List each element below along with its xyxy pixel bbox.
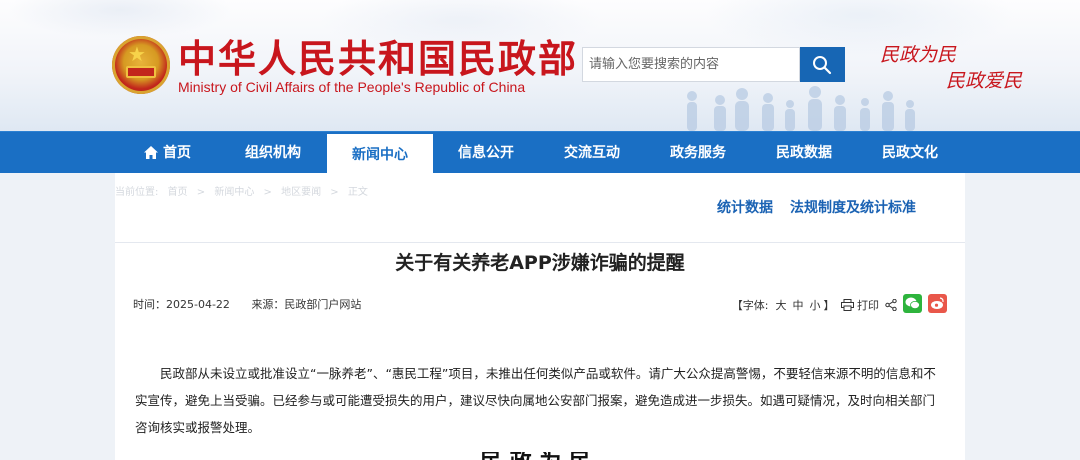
nav-item-info-disclosure[interactable]: 信息公开	[433, 132, 539, 174]
font-size-label: 【字体:	[731, 299, 769, 312]
breadcrumb-news[interactable]: 新闻中心	[214, 187, 254, 198]
nav-item-organization[interactable]: 组织机构	[220, 132, 326, 174]
article-source: 来源：民政部门户网站	[251, 298, 362, 311]
article-tools: 【字体: 大 中 小 】 打印	[732, 294, 947, 316]
nav-item-news-center[interactable]: 新闻中心	[327, 132, 433, 174]
print-button[interactable]: 打印	[840, 297, 879, 313]
people-silhouette-decoration	[687, 86, 915, 131]
slogan-2: 民政爱民	[946, 70, 1023, 92]
breadcrumb-bar: 当前位置: 首页 > 新闻中心 > 地区要闻 > 正文 统计数据 法规制度及统计…	[115, 173, 965, 243]
statistics-data-link[interactable]: 统计数据	[717, 197, 773, 217]
nav-item-home-label: 首页	[163, 145, 191, 161]
slogan-1: 民政为民	[880, 44, 957, 66]
search-input[interactable]: 请输入您要搜索的内容	[582, 47, 800, 82]
breadcrumb-separator: >	[196, 187, 206, 198]
weibo-share-button[interactable]	[928, 294, 947, 316]
breadcrumb: 当前位置: 首页 > 新闻中心 > 地区要闻 > 正文	[115, 183, 374, 198]
share-icon	[885, 298, 897, 311]
breadcrumb-label: 当前位置:	[115, 187, 159, 198]
font-size-close: 】	[823, 299, 835, 312]
font-size-small[interactable]: 小	[810, 297, 821, 313]
wechat-share-button[interactable]	[903, 294, 922, 316]
search-icon	[813, 56, 832, 75]
breadcrumb-home[interactable]: 首页	[168, 187, 188, 198]
nav-item-civil-data[interactable]: 民政数据	[751, 132, 857, 174]
nav-item-civil-culture[interactable]: 民政文化	[857, 132, 963, 174]
home-icon	[144, 146, 158, 159]
share-button[interactable]	[885, 298, 897, 312]
site-title[interactable]: 中华人民共和国民政部	[178, 38, 578, 80]
main-navigation: 首页 组织机构 新闻中心 信息公开 交流互动 政务服务 民政数据 民政文化	[0, 131, 1080, 174]
article-container: 当前位置: 首页 > 新闻中心 > 地区要闻 > 正文 统计数据 法规制度及统计…	[115, 173, 965, 460]
breadcrumb-current: 正文	[347, 187, 368, 198]
site-header: ★ 中华人民共和国民政部 Ministry of Civil Affairs o…	[0, 0, 1080, 131]
font-size-medium[interactable]: 中	[793, 297, 804, 313]
article-title: 关于有关养老APP涉嫌诈骗的提醒	[395, 252, 685, 274]
weibo-icon	[928, 294, 947, 313]
wechat-icon	[903, 294, 922, 313]
nav-item-gov-services[interactable]: 政务服务	[645, 132, 751, 174]
search-button[interactable]	[800, 47, 845, 82]
national-emblem-logo[interactable]: ★	[112, 36, 170, 94]
breadcrumb-separator: >	[330, 187, 339, 198]
article-body: 民政部从未设立或批准设立“一脉养老”、“惠民工程”项目，未推出任何类似产品或软件…	[135, 366, 936, 435]
next-section-heading: 民 政 为 民	[480, 452, 591, 460]
site-title-english: Ministry of Civil Affairs of the People'…	[178, 79, 526, 95]
print-label: 打印	[857, 299, 879, 312]
font-size-large[interactable]: 大	[776, 297, 787, 313]
breadcrumb-separator: >	[263, 187, 272, 198]
article-meta: 时间：2025-04-22 来源：民政部门户网站	[133, 296, 379, 312]
publish-time: 时间：2025-04-22	[133, 298, 230, 311]
printer-icon	[840, 299, 854, 311]
nav-item-home[interactable]: 首页	[114, 132, 220, 174]
regulations-standards-link[interactable]: 法规制度及统计标准	[790, 197, 916, 217]
nav-item-interaction[interactable]: 交流互动	[539, 132, 645, 174]
breadcrumb-regional[interactable]: 地区要闻	[281, 187, 321, 198]
